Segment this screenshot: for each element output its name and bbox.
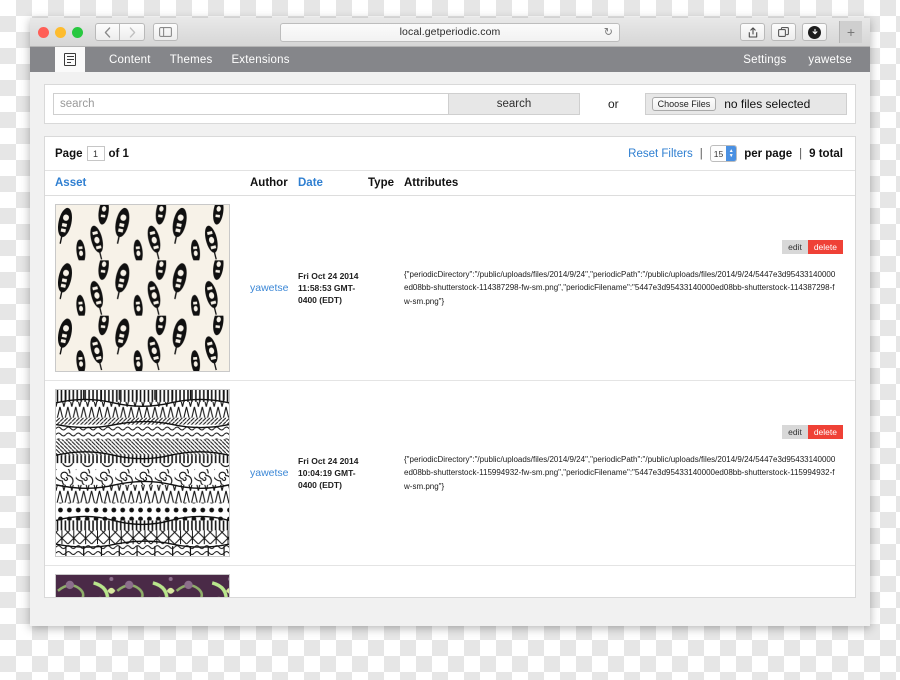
per-page-value: 15 <box>713 148 724 159</box>
nav-item-username[interactable]: yawetse <box>808 54 852 66</box>
column-header-date[interactable]: Date <box>298 177 368 189</box>
address-bar[interactable]: local.getperiodic.com ↻ <box>280 22 620 42</box>
new-tab-button[interactable]: + <box>839 21 862 43</box>
show-tabs-icon <box>778 26 789 37</box>
asset-date-cell: Fri Oct 24 2014 10:04:19 GMT-0400 (EDT) <box>298 455 359 491</box>
page-body: search or Choose Files no files selected… <box>30 72 870 626</box>
column-header-asset[interactable]: Asset <box>55 177 250 189</box>
app-nav-right: Settings yawetse <box>743 47 852 72</box>
asset-date-cell: Wed Oct 22 2014 16:21:57 GMT- <box>298 574 368 597</box>
browser-toolbar-right: + <box>740 21 862 43</box>
per-page-label: per page <box>744 147 793 160</box>
minimize-window-button[interactable] <box>55 26 66 38</box>
asset-thumbnail-zentangle-bands[interactable] <box>55 389 230 557</box>
table-row: yawetse Fri Oct 24 2014 10:04:19 GMT-040… <box>45 381 855 566</box>
page-of-label: of 1 <box>108 147 129 160</box>
page-backdrop: local.getperiodic.com ↻ + Content Themes… <box>0 0 900 680</box>
page-label: Page <box>55 147 83 160</box>
periodic-logo-icon <box>64 53 76 66</box>
column-header-attributes: Attributes <box>404 177 459 189</box>
search-input[interactable] <box>53 93 449 115</box>
delete-button[interactable]: delete <box>807 425 843 439</box>
reset-filters-link[interactable]: Reset Filters <box>628 148 693 160</box>
download-icon <box>808 25 821 39</box>
chevron-left-icon <box>104 26 111 38</box>
nav-item-content[interactable]: Content <box>109 54 151 66</box>
asset-type-cell <box>368 204 404 372</box>
nav-item-settings[interactable]: Settings <box>743 54 786 66</box>
asset-attributes-cell: {"periodicDirectory":"/public/uploads/fi… <box>404 270 836 306</box>
author-link[interactable]: yawetse <box>250 282 289 294</box>
no-files-selected-label: no files selected <box>724 97 811 111</box>
pagination-right: Reset Filters | 15 ▲ ▼ per page | 9 tota… <box>628 145 843 162</box>
nav-item-extensions[interactable]: Extensions <box>231 54 289 66</box>
pagination-bar: Page of 1 Reset Filters | 15 ▲ ▼ <box>45 137 855 171</box>
address-bar-url: local.getperiodic.com <box>399 26 501 38</box>
per-page-stepper-arrows[interactable]: ▲ ▼ <box>726 146 737 161</box>
asset-author-cell: yawetse <box>250 574 298 597</box>
forward-button[interactable] <box>120 23 145 41</box>
asset-attributes-cell: {"periodicDirectory":"/public/uploads/fi… <box>404 455 836 491</box>
asset-type-cell <box>368 389 404 557</box>
browser-window: local.getperiodic.com ↻ + Content Themes… <box>30 18 870 626</box>
asset-author-cell: yawetse <box>250 204 298 372</box>
table-row: yawetse Fri Oct 24 2014 11:58:53 GMT-040… <box>45 196 855 381</box>
asset-thumbnail-purple-paisley[interactable] <box>55 574 230 598</box>
show-tabs-button[interactable] <box>771 23 796 41</box>
back-button[interactable] <box>95 23 120 41</box>
asset-thumbnail-tribal-feathers[interactable] <box>55 204 230 372</box>
sidebar-toggle-icon <box>159 27 172 37</box>
asset-type-cell <box>368 574 404 597</box>
asset-thumbnail-cell <box>55 204 250 372</box>
close-window-button[interactable] <box>38 26 49 38</box>
choose-files-button[interactable]: Choose Files <box>651 97 717 111</box>
table-header: Asset Author Date Type Attributes <box>45 171 855 196</box>
chevron-right-icon <box>129 26 135 38</box>
or-label: or <box>608 97 619 111</box>
downloads-button[interactable] <box>802 23 827 41</box>
asset-author-cell: yawetse <box>250 389 298 557</box>
file-upload-field[interactable]: Choose Files no files selected <box>644 93 847 115</box>
pager-divider-1: | <box>699 147 703 160</box>
row-actions: edit delete <box>782 240 843 254</box>
page-number-input[interactable] <box>86 146 105 161</box>
app-logo[interactable] <box>55 47 85 72</box>
table-row: yawetse Wed Oct 22 2014 16:21:57 GMT- {"… <box>45 566 855 598</box>
row-actions: edit delete <box>782 425 843 439</box>
app-nav-links: Content Themes Extensions <box>109 47 290 72</box>
asset-thumbnail-cell <box>55 389 250 557</box>
asset-list-panel: Page of 1 Reset Filters | 15 ▲ ▼ <box>44 136 856 598</box>
browser-toolbar: local.getperiodic.com ↻ + <box>30 18 870 47</box>
pager-divider-2: | <box>799 147 803 160</box>
share-icon <box>748 26 757 38</box>
window-traffic-lights <box>38 26 83 38</box>
app-navbar: Content Themes Extensions Settings yawet… <box>30 47 870 72</box>
delete-button[interactable]: delete <box>807 240 843 254</box>
zoom-window-button[interactable] <box>72 26 83 38</box>
column-header-type: Type <box>368 177 394 189</box>
asset-thumbnail-cell <box>55 574 250 598</box>
sidebar-toggle-button[interactable] <box>153 23 178 41</box>
nav-item-themes[interactable]: Themes <box>170 54 213 66</box>
author-link[interactable]: yawetse <box>250 467 289 479</box>
total-count-label: 9 total <box>809 147 843 160</box>
reload-icon[interactable]: ↻ <box>604 26 613 39</box>
stepper-down-icon: ▼ <box>728 152 734 159</box>
asset-date-cell: Fri Oct 24 2014 11:58:53 GMT-0400 (EDT) <box>298 270 359 306</box>
column-header-author: Author <box>250 177 288 189</box>
asset-attributes-cell: {"periodicDirectory":"/public/uploads/fi… <box>404 574 843 597</box>
search-button[interactable]: search <box>449 93 580 115</box>
per-page-select[interactable]: 15 ▲ ▼ <box>709 145 738 162</box>
search-panel: search or Choose Files no files selected <box>44 84 856 124</box>
edit-button[interactable]: edit <box>782 425 808 439</box>
share-button[interactable] <box>740 23 765 41</box>
edit-button[interactable]: edit <box>782 240 808 254</box>
